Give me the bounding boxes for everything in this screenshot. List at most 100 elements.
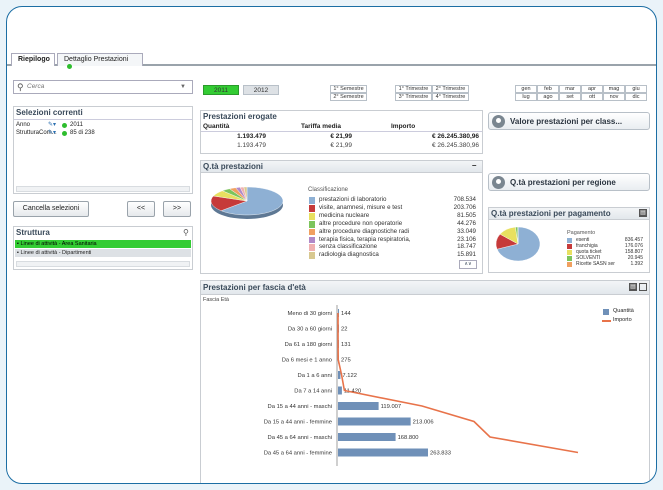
legend-value: 44.276 [457,219,476,227]
category-label: Da 61 a 180 giorni [285,342,332,348]
list-item-label: Linee di attività - Area Sanitaria [20,241,97,247]
legend-label: altre procedure diagnostiche radi [319,227,410,235]
edit-icon[interactable]: ✎▾ [48,121,56,128]
pie-slices [210,186,284,216]
year-2012-button[interactable]: 2012 [243,85,279,95]
table-cell: € 21,99 [330,133,352,140]
legend-value: 81.505 [457,211,476,219]
legend-label: Quantità [613,308,634,314]
table-cell: € 26.245.380,96 [432,133,479,140]
horizontal-scrollbar[interactable] [16,261,190,267]
search-input[interactable] [27,83,167,90]
bar-quantita[interactable] [338,417,411,426]
table-cell: 1.193.479 [237,142,266,149]
legend-swatch [309,228,315,236]
category-label: Meno di 30 giorni [288,311,332,317]
list-item-selected[interactable]: ▪ Linee di attività - Area Sanitaria [15,240,191,248]
active-dot-icon [67,63,72,69]
forward-button[interactable]: >> [163,201,191,217]
tab-dettaglio-prestazioni[interactable]: Dettaglio Prestazioni [57,53,143,69]
search-icon: ⚲ [17,82,24,92]
month-ott-button[interactable]: ott [581,93,603,101]
table-cell: € 21,99 [330,142,352,149]
legend-value: 20.945 [627,255,643,262]
legend-value: 1.392 [630,261,643,268]
valore-prestazioni-button[interactable]: Valore prestazioni per class... [488,112,650,130]
legend-value: 203.706 [453,203,476,211]
minimize-icon[interactable]: – [472,161,476,170]
month-lug-button[interactable]: lug [515,93,537,101]
bar-quantita[interactable] [338,402,379,410]
month-set-button[interactable]: set [559,93,581,101]
legend-title: Pagamento [567,230,596,236]
month-giu-button[interactable]: giu [625,85,647,93]
legend-label: prestazioni di laboratorio [319,196,387,203]
legend-value: 158.807 [624,249,643,256]
bar-quantita[interactable] [338,386,342,395]
edit-icon[interactable]: ✎▾ [48,129,56,136]
struttura-panel: Struttura ⚲ ▪ Linee di attività - Area S… [13,226,193,270]
prestazioni-erogate-table: Prestazioni erogate Quantità Tariffa med… [200,110,483,154]
legend-swatch [567,256,572,262]
quarter-1-button[interactable]: 1° Trimestre [395,85,432,93]
pie-chart [495,226,541,262]
quarter-2-button[interactable]: 2° Trimestre [432,85,469,93]
legend-label: altre procedure non operatorie [319,219,403,227]
chevron-down-icon[interactable]: ▼ [180,84,186,90]
category-label: Da 45 a 64 anni - maschi [268,435,332,441]
category-label: Da 15 a 44 anni - femmine [264,420,332,426]
year-2011-button[interactable]: 2011 [203,85,239,95]
month-feb-button[interactable]: feb [537,85,559,93]
quarter-3-button[interactable]: 3° Trimestre [395,93,432,101]
horizontal-scrollbar[interactable] [16,186,190,192]
month-dic-button[interactable]: dic [625,93,647,101]
legend-swatch [567,244,572,250]
maximize-icon[interactable] [639,283,647,291]
month-mar-button[interactable]: mar [559,85,581,93]
selection-value: 85 di 238 [70,130,95,136]
legend-label: SOLVENTI [576,255,601,262]
legend-label: franchigia [576,243,598,250]
search-box[interactable]: ⚲ ▼ [13,80,193,94]
chart-toggle-icon [492,115,505,128]
bar-quantita[interactable] [338,448,428,457]
qta-regione-button[interactable]: Q.tà prestazioni per regione [488,173,650,191]
column-header: Importo [391,123,416,130]
legend-label: esenti [576,237,590,243]
bar-value-label: 119.007 [381,404,402,410]
month-mag-button[interactable]: mag [603,85,625,93]
panel-title: Struttura [16,228,50,237]
legend-title: Classificazione [308,187,349,193]
chart-type-icon[interactable]: ▤ [629,283,637,291]
month-nov-button[interactable]: nov [603,93,625,101]
chart-type-icon[interactable]: ▤ [639,209,647,217]
semester-2-button[interactable]: 2° Semestre [330,93,367,101]
back-button[interactable]: << [127,201,155,217]
search-icon[interactable]: ⚲ [183,228,189,237]
list-item[interactable]: ▪ Linee di attività - Dipartimenti [15,249,191,257]
legend-swatch-importo [602,320,611,322]
month-gen-button[interactable]: gen [515,85,537,93]
legend-label: senza classificazione [319,243,378,251]
bar-quantita[interactable] [338,371,341,379]
tab-riepilogo[interactable]: Riepilogo [11,53,55,66]
scroll-arrows-icon[interactable]: ∧∨ [459,260,477,269]
line-importo[interactable] [337,312,579,454]
fascia-eta-chart: Prestazioni per fascia d'età ▤ Fascia Et… [200,280,650,483]
legend-value: 836.457 [624,237,643,243]
legend-swatch [567,250,572,256]
selection-value: 2011 [70,122,83,128]
qta-pagamento-chart: Q.tà prestazioni per pagamento ▤ Pagamen… [488,207,650,273]
month-apr-button[interactable]: apr [581,85,603,93]
bar-quantita[interactable] [338,433,396,441]
month-ago-button[interactable]: ago [537,93,559,101]
tab-label: Dettaglio Prestazioni [64,56,129,63]
quarter-4-button[interactable]: 4° Trimestre [432,93,469,101]
clear-selections-button[interactable]: Cancella selezioni [13,201,89,217]
semester-1-button[interactable]: 1° Semestre [330,85,367,93]
button-label: Valore prestazioni per class... [510,117,623,126]
bar-value-label: 213.006 [413,420,434,426]
table-cell: € 26.245.380,96 [432,142,479,149]
legend-swatch [309,220,315,228]
column-header: Tariffa media [301,123,341,130]
